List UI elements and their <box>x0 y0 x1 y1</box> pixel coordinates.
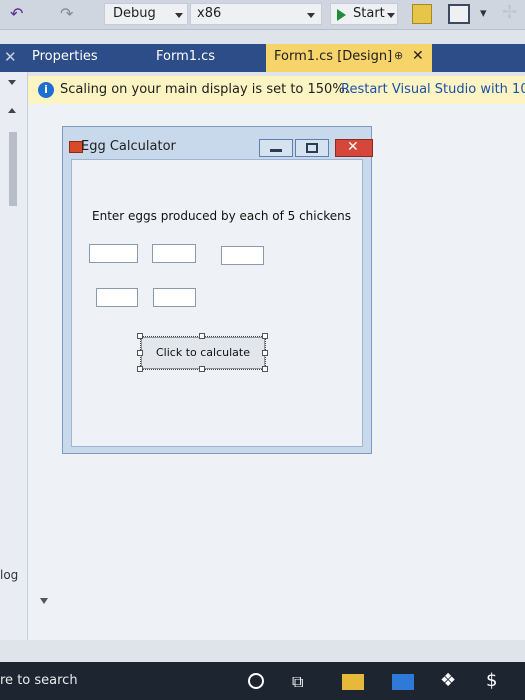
scroll-down-icon[interactable] <box>40 598 48 604</box>
tab-form1-design[interactable]: Form1.cs [Design] ⊕ ✕ <box>266 44 432 72</box>
chevron-down-icon <box>175 13 183 18</box>
form-title: Egg Calculator <box>81 139 176 154</box>
calculate-button-label: Click to calculate <box>156 346 250 359</box>
form-title-bar[interactable]: Egg Calculator ✕ <box>63 127 373 157</box>
start-button[interactable]: Start <box>330 3 398 25</box>
resize-handle[interactable] <box>199 333 205 339</box>
resize-handle[interactable] <box>262 366 268 372</box>
resize-handle[interactable] <box>262 350 268 356</box>
mail-icon[interactable] <box>392 674 414 690</box>
platform-dropdown[interactable]: x86 <box>190 3 322 25</box>
tab-label: Form1.cs [Design] <box>274 49 393 64</box>
minimize-button[interactable] <box>259 139 293 157</box>
task-view-icon[interactable]: ⧉ <box>292 672 303 692</box>
resize-handle[interactable] <box>137 366 143 372</box>
configuration-value: Debug <box>113 6 156 21</box>
chevron-down-icon <box>307 13 315 18</box>
chevron-down-icon[interactable] <box>8 80 16 85</box>
find-icon[interactable] <box>412 4 432 24</box>
scrollbar-thumb[interactable] <box>9 132 17 206</box>
app-icon[interactable]: $ <box>486 670 497 691</box>
info-bar: i Scaling on your main display is set to… <box>28 76 525 104</box>
overflow-icon[interactable]: ▾ <box>480 6 487 21</box>
screen-icon[interactable] <box>448 4 470 24</box>
undo-icon[interactable]: ↶ <box>10 4 23 23</box>
start-label: Start <box>353 6 385 21</box>
maximize-icon <box>306 143 318 153</box>
search-box[interactable]: re to search <box>0 673 78 688</box>
play-icon <box>337 9 346 21</box>
minimize-icon <box>270 149 282 152</box>
close-icon: ✕ <box>347 139 359 155</box>
info-icon: i <box>38 82 54 98</box>
calculate-button[interactable]: Click to calculate <box>141 337 265 369</box>
pin-icon[interactable]: ✢ <box>502 2 517 23</box>
close-icon[interactable]: ✕ <box>412 48 424 64</box>
chicken-1-input[interactable] <box>89 244 138 263</box>
resize-handle[interactable] <box>137 350 143 356</box>
close-button[interactable]: ✕ <box>335 139 373 157</box>
scroll-up-icon[interactable] <box>8 108 16 113</box>
platform-value: x86 <box>197 6 222 21</box>
resize-handle[interactable] <box>262 333 268 339</box>
dropbox-icon[interactable]: ❖ <box>440 670 456 691</box>
resize-handle[interactable] <box>137 333 143 339</box>
close-icon[interactable]: ✕ <box>4 48 17 66</box>
chicken-2-input[interactable] <box>152 244 196 263</box>
chevron-down-icon <box>387 13 395 18</box>
tab-label: Form1.cs <box>156 49 216 64</box>
cortana-icon[interactable] <box>248 673 264 689</box>
pin-icon[interactable]: ⊕ <box>394 49 403 62</box>
info-message: Scaling on your main display is set to 1… <box>60 82 349 97</box>
chicken-4-input[interactable] <box>96 288 138 307</box>
restart-link[interactable]: Restart Visual Studio with 100% <box>341 82 525 97</box>
resize-handle[interactable] <box>199 366 205 372</box>
toolbar: ↶ ↷ Debug x86 Start ▾ ✢ <box>0 0 525 30</box>
configuration-dropdown[interactable]: Debug <box>104 3 188 25</box>
prompt-label: Enter eggs produced by each of 5 chicken… <box>92 209 351 223</box>
tab-label: Properties <box>32 49 98 64</box>
tab-form1-cs[interactable]: Form1.cs <box>148 44 266 72</box>
chicken-3-input[interactable] <box>221 246 264 265</box>
chicken-5-input[interactable] <box>153 288 196 307</box>
maximize-button[interactable] <box>295 139 329 157</box>
file-explorer-icon[interactable] <box>342 674 364 690</box>
left-panel: log <box>0 72 28 640</box>
document-tab-strip: ✕ Properties Form1.cs Form1.cs [Design] … <box>0 44 525 72</box>
taskbar: re to search ⧉ ❖ $ <box>0 662 525 700</box>
redo-icon[interactable]: ↷ <box>60 4 73 23</box>
tab-properties[interactable]: Properties <box>24 44 148 72</box>
left-panel-label: log <box>0 568 19 582</box>
